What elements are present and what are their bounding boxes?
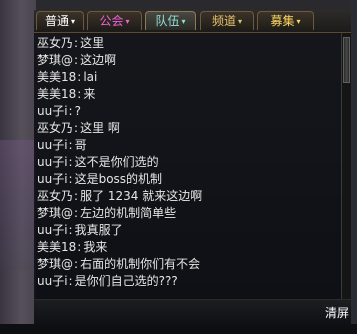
- chat-message: 美美18: 来: [37, 86, 95, 103]
- tab-normal[interactable]: 普通 ▾: [36, 11, 84, 30]
- chat-scrollbar[interactable]: [341, 33, 351, 299]
- message-separator: :: [74, 189, 79, 203]
- message-text: 左边的机制简单些: [80, 206, 177, 220]
- chevron-down-icon: ▾: [238, 17, 243, 26]
- message-separator: :: [68, 155, 73, 169]
- message-separator: :: [77, 87, 82, 101]
- tab-normal-label: 普通: [44, 14, 69, 28]
- tab-guild-label: 公会: [99, 14, 124, 28]
- clear-screen-button[interactable]: 清屏: [325, 304, 349, 322]
- tab-guild[interactable]: 公会 ▾: [87, 11, 142, 30]
- chat-message: 巫女乃: 服了 1234 就来这边啊: [37, 188, 202, 205]
- message-separator: :: [77, 240, 82, 254]
- message-text: 我来: [83, 240, 108, 254]
- message-separator: :: [74, 53, 79, 67]
- message-text: 这里: [80, 36, 105, 50]
- tab-recruit[interactable]: 募集 ▾: [257, 11, 314, 30]
- tab-recruit-label: 募集: [270, 14, 295, 28]
- tab-party-label: 队伍: [155, 14, 180, 28]
- message-text: 这是boss的机制: [74, 172, 163, 186]
- chevron-down-icon: ▾: [125, 17, 130, 26]
- background-left-scenery: [0, 0, 36, 334]
- message-sender[interactable]: 巫女乃: [37, 121, 73, 135]
- chat-message: 梦琪@: 右面的机制你们有不会: [37, 256, 200, 273]
- message-sender[interactable]: 巫女乃: [37, 189, 73, 203]
- tab-channel-label: 频道: [211, 14, 236, 28]
- chevron-down-icon: ▾: [71, 17, 76, 26]
- message-sender[interactable]: uu子i: [37, 172, 68, 186]
- chat-message: 巫女乃: 这里: [37, 35, 104, 52]
- chat-message: uu子i: 这是boss的机制: [37, 171, 162, 188]
- message-separator: :: [68, 172, 73, 186]
- message-text: 来: [83, 87, 96, 101]
- message-text: 这边啊: [80, 53, 117, 67]
- background-bottom-strip: [0, 324, 357, 334]
- chat-message: 美美18: lai: [37, 69, 97, 86]
- background-top: [0, 0, 357, 10]
- message-sender[interactable]: uu子i: [37, 223, 68, 237]
- game-scene: 普通 ▾ 公会 ▾ 队伍 ▾ 频道 ▾ 募集 ▾ 巫女乃: 这里 梦琪@: 这边啊 美美18:…: [0, 0, 357, 334]
- message-separator: :: [74, 36, 79, 50]
- chat-message: uu子i: 我真服了: [37, 222, 123, 239]
- message-separator: :: [68, 104, 73, 118]
- message-sender[interactable]: uu子i: [37, 155, 68, 169]
- background-right-edge: [351, 0, 357, 334]
- message-separator: :: [74, 206, 79, 220]
- chat-message: 梦琪@: 这边啊: [37, 52, 116, 69]
- chat-message-list[interactable]: 巫女乃: 这里 梦琪@: 这边啊 美美18: lai 美美18: 来 uu子i:? 巫女…: [34, 33, 341, 299]
- scrollbar-thumb[interactable]: [343, 37, 350, 83]
- message-text: 这里 啊: [80, 121, 120, 135]
- message-sender[interactable]: 美美18: [37, 87, 76, 101]
- chat-message: uu子i: 是你们自己选的???: [37, 273, 178, 290]
- message-sender[interactable]: 梦琪@: [37, 206, 73, 220]
- chat-tab-bar: 普通 ▾ 公会 ▾ 队伍 ▾ 频道 ▾ 募集 ▾: [34, 10, 351, 33]
- message-sender[interactable]: uu子i: [37, 138, 68, 152]
- chat-bottom-bar: 清屏: [34, 299, 351, 325]
- message-sender[interactable]: 梦琪@: [37, 257, 73, 271]
- message-separator: :: [77, 70, 82, 84]
- message-separator: :: [68, 223, 73, 237]
- message-text: lai: [83, 70, 98, 84]
- chat-message: 美美18: 我来: [37, 239, 107, 256]
- message-text: 我真服了: [74, 223, 123, 237]
- message-sender[interactable]: uu子i: [37, 104, 68, 118]
- message-text: 哥: [74, 138, 87, 152]
- message-text: 右面的机制你们有不会: [80, 257, 201, 271]
- chat-panel: 普通 ▾ 公会 ▾ 队伍 ▾ 频道 ▾ 募集 ▾ 巫女乃: 这里 梦琪@: 这边啊 美美18:…: [34, 10, 351, 325]
- chevron-down-icon: ▾: [181, 17, 186, 26]
- message-separator: :: [74, 121, 79, 135]
- message-text: 这不是你们选的: [74, 155, 159, 169]
- chevron-down-icon: ▾: [296, 17, 301, 26]
- tab-party[interactable]: 队伍 ▾: [145, 11, 196, 30]
- message-sender[interactable]: 巫女乃: [37, 36, 73, 50]
- message-separator: :: [74, 257, 79, 271]
- message-separator: :: [68, 274, 73, 288]
- message-text: ?: [74, 104, 81, 118]
- message-sender[interactable]: uu子i: [37, 274, 68, 288]
- message-sender[interactable]: 美美18: [37, 240, 76, 254]
- message-text: 服了 1234 就来这边啊: [80, 189, 203, 203]
- chat-message: 巫女乃: 这里 啊: [37, 120, 120, 137]
- message-sender[interactable]: 美美18: [37, 70, 76, 84]
- message-sender[interactable]: 梦琪@: [37, 53, 73, 67]
- chat-message: uu子i: 哥: [37, 137, 87, 154]
- chat-message: uu子i: 这不是你们选的: [37, 154, 159, 171]
- message-separator: :: [68, 138, 73, 152]
- chat-message: 梦琪@: 左边的机制简单些: [37, 205, 176, 222]
- background-light-beam: [0, 140, 36, 270]
- tab-channel[interactable]: 频道 ▾: [200, 11, 254, 30]
- chat-message: uu子i:?: [37, 103, 81, 120]
- message-text: 是你们自己选的???: [74, 274, 178, 288]
